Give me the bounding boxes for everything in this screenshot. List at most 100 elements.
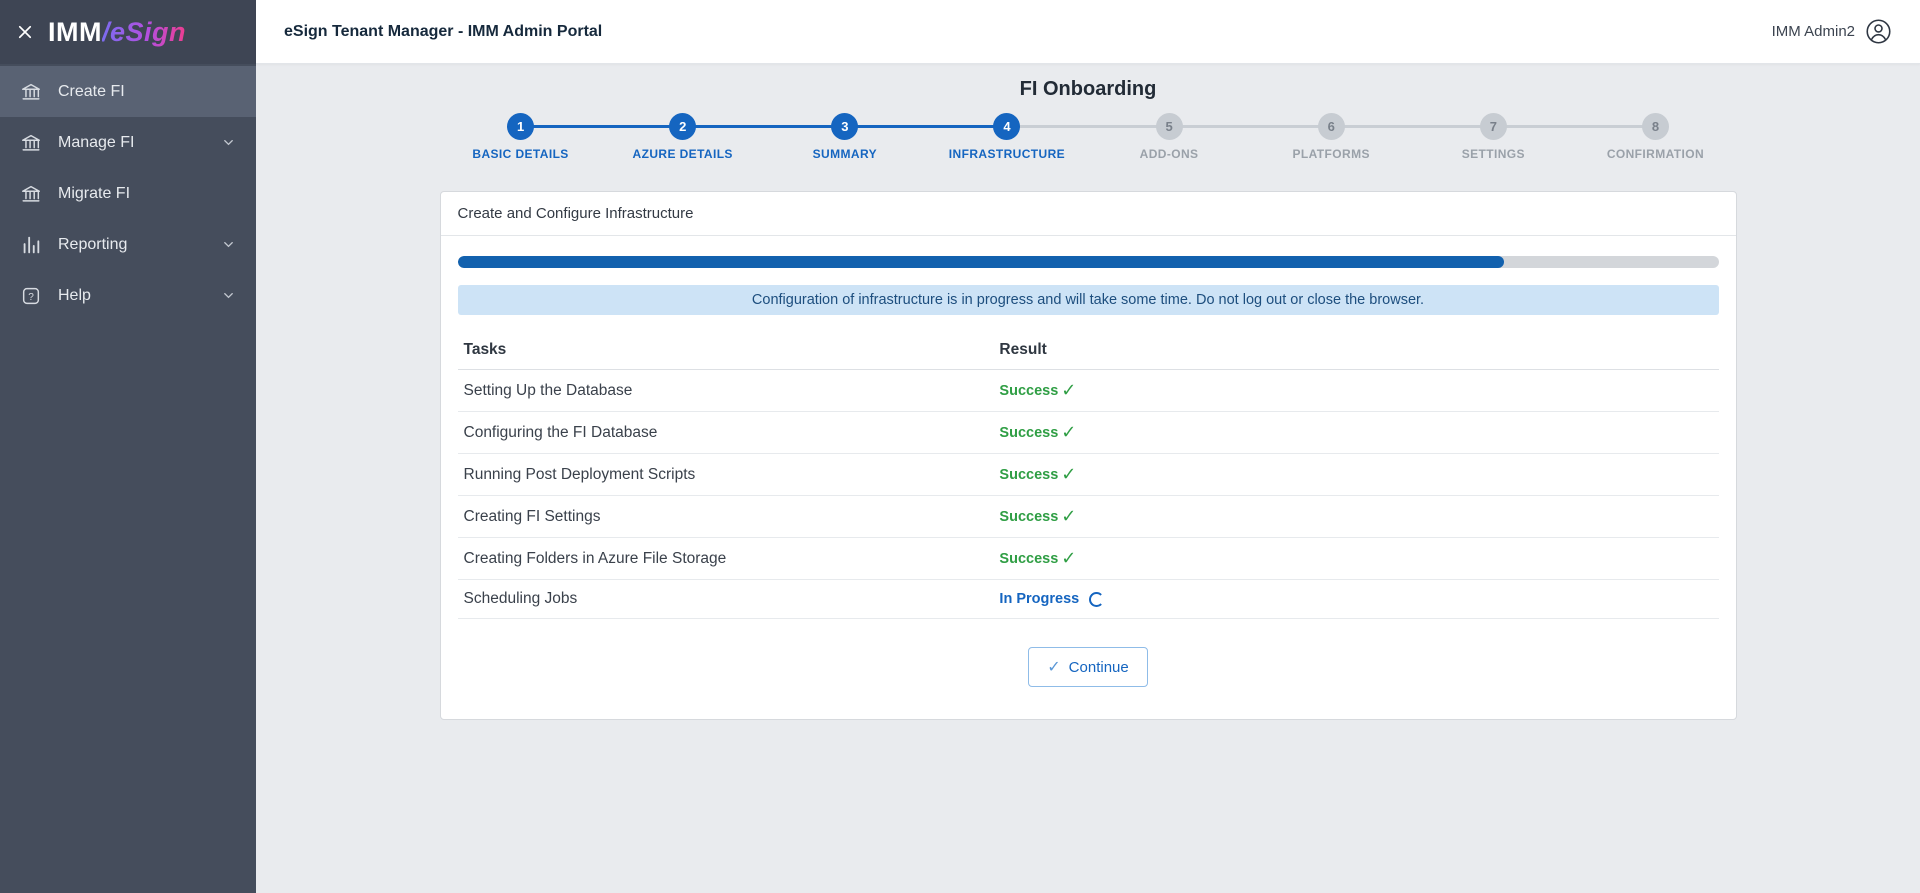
svg-text:?: ? bbox=[28, 291, 34, 302]
result-text: In Progress bbox=[999, 591, 1080, 607]
step-number: 2 bbox=[669, 113, 697, 140]
sidebar-item-migrate-fi[interactable]: Migrate FI bbox=[0, 168, 256, 219]
result-text: Success bbox=[999, 466, 1059, 483]
step-label: CONFIRMATION bbox=[1606, 147, 1705, 161]
continue-button[interactable]: ✓ Continue bbox=[1028, 647, 1148, 687]
result-column-header: Result bbox=[993, 331, 1719, 370]
result-text: Success bbox=[999, 508, 1059, 525]
task-name: Setting Up the Database bbox=[457, 369, 994, 412]
app-root: IMM/eSign Create FI Manage FI Migrate FI… bbox=[0, 0, 1920, 893]
task-result: Success ✓ bbox=[993, 411, 1719, 454]
user-avatar-icon bbox=[1865, 18, 1892, 45]
step-label: INFRASTRUCTURE bbox=[948, 147, 1066, 161]
card-title: Create and Configure Infrastructure bbox=[440, 192, 1736, 236]
step-number: 1 bbox=[507, 113, 535, 140]
logo-imm-text: IMM bbox=[48, 16, 102, 47]
step-number: 3 bbox=[831, 113, 859, 140]
content-area: eSign Tenant Manager - IMM Admin Portal … bbox=[256, 0, 1920, 893]
step-label: PLATFORMS bbox=[1292, 147, 1370, 161]
result-text: Success bbox=[999, 382, 1059, 399]
spinner-icon bbox=[1089, 591, 1105, 607]
onboarding-stepper: 1 BASIC DETAILS 2 AZURE DETAILS 3 SUMMAR… bbox=[440, 113, 1737, 161]
sidebar-item-manage-fi[interactable]: Manage FI bbox=[0, 117, 256, 168]
tasks-table: Tasks Result Setting Up the Database Suc… bbox=[457, 331, 1719, 619]
app-title: eSign Tenant Manager - IMM Admin Portal bbox=[284, 22, 603, 40]
bar-chart-icon bbox=[20, 234, 42, 256]
step-number: 8 bbox=[1641, 113, 1669, 140]
top-bar: eSign Tenant Manager - IMM Admin Portal … bbox=[256, 0, 1920, 64]
step-basic-details: 1 BASIC DETAILS bbox=[440, 113, 602, 161]
chevron-down-icon bbox=[221, 288, 236, 303]
task-result: Success ✓ bbox=[993, 453, 1719, 496]
step-infrastructure: 4 INFRASTRUCTURE bbox=[844, 113, 1088, 161]
sidebar-nav: Create FI Manage FI Migrate FI Reporting… bbox=[0, 64, 256, 321]
bank-icon bbox=[20, 132, 42, 154]
task-result: Success ✓ bbox=[993, 537, 1719, 580]
table-row: Creating Folders in Azure File Storage S… bbox=[457, 537, 1719, 580]
bank-icon bbox=[20, 81, 42, 103]
sidebar-item-label: Manage FI bbox=[58, 133, 135, 151]
sidebar-item-label: Migrate FI bbox=[58, 184, 131, 202]
check-icon: ✓ bbox=[1061, 422, 1077, 442]
check-icon: ✓ bbox=[1047, 659, 1061, 676]
continue-button-label: Continue bbox=[1068, 658, 1129, 676]
sidebar-item-label: Reporting bbox=[58, 235, 128, 253]
step-label: AZURE DETAILS bbox=[632, 147, 733, 161]
user-name: IMM Admin2 bbox=[1771, 23, 1855, 40]
bank-icon bbox=[20, 183, 42, 205]
step-label: SUMMARY bbox=[812, 147, 877, 161]
infrastructure-card: Create and Configure Infrastructure Conf… bbox=[439, 191, 1737, 720]
sidebar-item-label: Help bbox=[58, 286, 91, 304]
page-title: FI Onboarding bbox=[1019, 78, 1157, 100]
task-name: Running Post Deployment Scripts bbox=[457, 453, 994, 496]
task-name: Scheduling Jobs bbox=[457, 579, 994, 619]
table-row: Scheduling Jobs In Progress bbox=[457, 579, 1719, 619]
sidebar-item-help[interactable]: ? Help bbox=[0, 270, 256, 321]
step-add-ons: 5 ADD-ONS bbox=[1006, 113, 1250, 161]
table-row: Running Post Deployment Scripts Success … bbox=[457, 453, 1719, 496]
check-icon: ✓ bbox=[1061, 548, 1077, 568]
main-panel: FI Onboarding 1 BASIC DETAILS 2 AZURE DE… bbox=[256, 64, 1920, 893]
chevron-down-icon bbox=[221, 135, 236, 150]
result-text: Success bbox=[999, 550, 1059, 567]
sidebar-item-reporting[interactable]: Reporting bbox=[0, 219, 256, 270]
step-azure-details: 2 AZURE DETAILS bbox=[520, 113, 764, 161]
sidebar-header: IMM/eSign bbox=[0, 0, 256, 64]
check-icon: ✓ bbox=[1061, 464, 1077, 484]
step-label: ADD-ONS bbox=[1139, 147, 1199, 161]
close-icon[interactable] bbox=[16, 23, 34, 41]
progress-bar bbox=[457, 256, 1719, 268]
sidebar: IMM/eSign Create FI Manage FI Migrate FI… bbox=[0, 0, 256, 893]
info-banner: Configuration of infrastructure is in pr… bbox=[457, 285, 1719, 315]
user-menu[interactable]: IMM Admin2 bbox=[1772, 18, 1892, 45]
logo-esign-text: /eSign bbox=[101, 16, 186, 47]
step-label: SETTINGS bbox=[1461, 147, 1525, 161]
step-confirmation: 8 CONFIRMATION bbox=[1493, 113, 1736, 161]
check-icon: ✓ bbox=[1061, 506, 1077, 526]
table-row: Configuring the FI Database Success ✓ bbox=[457, 411, 1719, 454]
task-name: Configuring the FI Database bbox=[457, 411, 994, 454]
sidebar-item-create-fi[interactable]: Create FI bbox=[0, 66, 256, 117]
check-icon: ✓ bbox=[1061, 380, 1077, 400]
step-number: 5 bbox=[1155, 113, 1183, 140]
step-summary: 3 SUMMARY bbox=[682, 113, 926, 161]
sidebar-item-label: Create FI bbox=[58, 82, 125, 100]
chevron-down-icon bbox=[221, 237, 236, 252]
result-text: Success bbox=[999, 424, 1059, 441]
task-result: Success ✓ bbox=[993, 369, 1719, 412]
step-number: 4 bbox=[993, 113, 1021, 140]
step-platforms: 6 PLATFORMS bbox=[1168, 113, 1412, 161]
app-logo: IMM/eSign bbox=[48, 17, 186, 48]
task-name: Creating FI Settings bbox=[457, 495, 994, 538]
task-name: Creating Folders in Azure File Storage bbox=[457, 537, 994, 580]
table-header-row: Tasks Result bbox=[457, 331, 1719, 370]
step-label: BASIC DETAILS bbox=[472, 147, 569, 161]
task-result: In Progress bbox=[993, 579, 1719, 619]
progress-fill bbox=[457, 256, 1505, 268]
help-icon: ? bbox=[20, 285, 42, 307]
step-settings: 7 SETTINGS bbox=[1331, 113, 1574, 161]
task-result: Success ✓ bbox=[993, 495, 1719, 538]
table-row: Creating FI Settings Success ✓ bbox=[457, 495, 1719, 538]
table-row: Setting Up the Database Success ✓ bbox=[457, 369, 1719, 412]
step-number: 7 bbox=[1479, 113, 1507, 140]
